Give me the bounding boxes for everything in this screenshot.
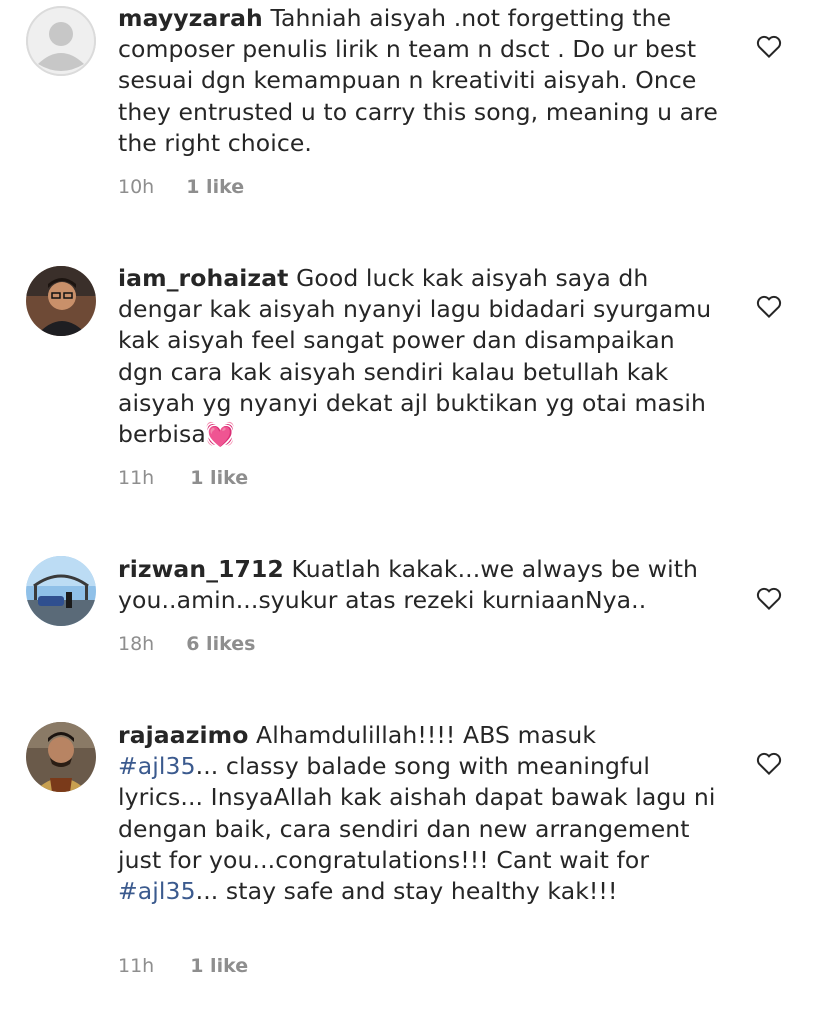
comment-likes[interactable]: 6 likes <box>186 633 255 655</box>
comment-time: 11h <box>118 467 155 489</box>
comment-meta: 11h 1 like <box>118 467 248 489</box>
avatar[interactable] <box>26 722 96 792</box>
comment-username[interactable]: iam_rohaizat <box>118 264 289 292</box>
comment-username[interactable]: rizwan_1712 <box>118 555 284 583</box>
comment-text: rajaazimo Alhamdulillah!!!! ABS masuk #a… <box>118 720 718 907</box>
heart-emoji: 💓 <box>205 420 236 449</box>
heart-icon[interactable] <box>754 583 784 613</box>
avatar[interactable] <box>26 6 96 76</box>
heart-icon[interactable] <box>754 748 784 778</box>
comment-text: iam_rohaizat Good luck kak aisyah saya d… <box>118 263 718 450</box>
comment-time: 18h <box>118 633 155 655</box>
hashtag-link[interactable]: #ajl35 <box>118 877 196 905</box>
user-photo-avatar <box>26 722 96 792</box>
comment-likes[interactable]: 1 like <box>186 176 244 198</box>
avatar[interactable] <box>26 266 96 336</box>
heart-icon[interactable] <box>754 31 784 61</box>
user-photo-avatar <box>26 556 96 626</box>
comment-meta: 11h 1 like <box>118 955 248 977</box>
comment-body: Alhamdulillah!!!! ABS masuk <box>256 721 597 749</box>
hashtag-link[interactable]: #ajl35 <box>118 752 196 780</box>
heart-icon[interactable] <box>754 291 784 321</box>
user-photo-avatar <box>26 266 96 336</box>
comment-username[interactable]: mayyzarah <box>118 4 263 32</box>
comment-time: 10h <box>118 176 155 198</box>
default-avatar-icon <box>26 6 96 76</box>
comment-body: ... stay safe and stay healthy kak!!! <box>195 877 618 906</box>
comment-likes[interactable]: 1 like <box>190 467 248 489</box>
comment-text: rizwan_1712 Kuatlah kakak...we always be… <box>118 554 718 616</box>
comment-meta: 10h 1 like <box>118 176 244 198</box>
comment-meta: 18h 6 likes <box>118 633 255 655</box>
comment-body: ... classy balade song with meaningful l… <box>118 752 716 874</box>
comment-time: 11h <box>118 955 155 977</box>
comment-username[interactable]: rajaazimo <box>118 721 248 749</box>
comment-text: mayyzarah Tahniah aisyah .not forgetting… <box>118 3 718 159</box>
avatar[interactable] <box>26 556 96 626</box>
comment-likes[interactable]: 1 like <box>190 955 248 977</box>
